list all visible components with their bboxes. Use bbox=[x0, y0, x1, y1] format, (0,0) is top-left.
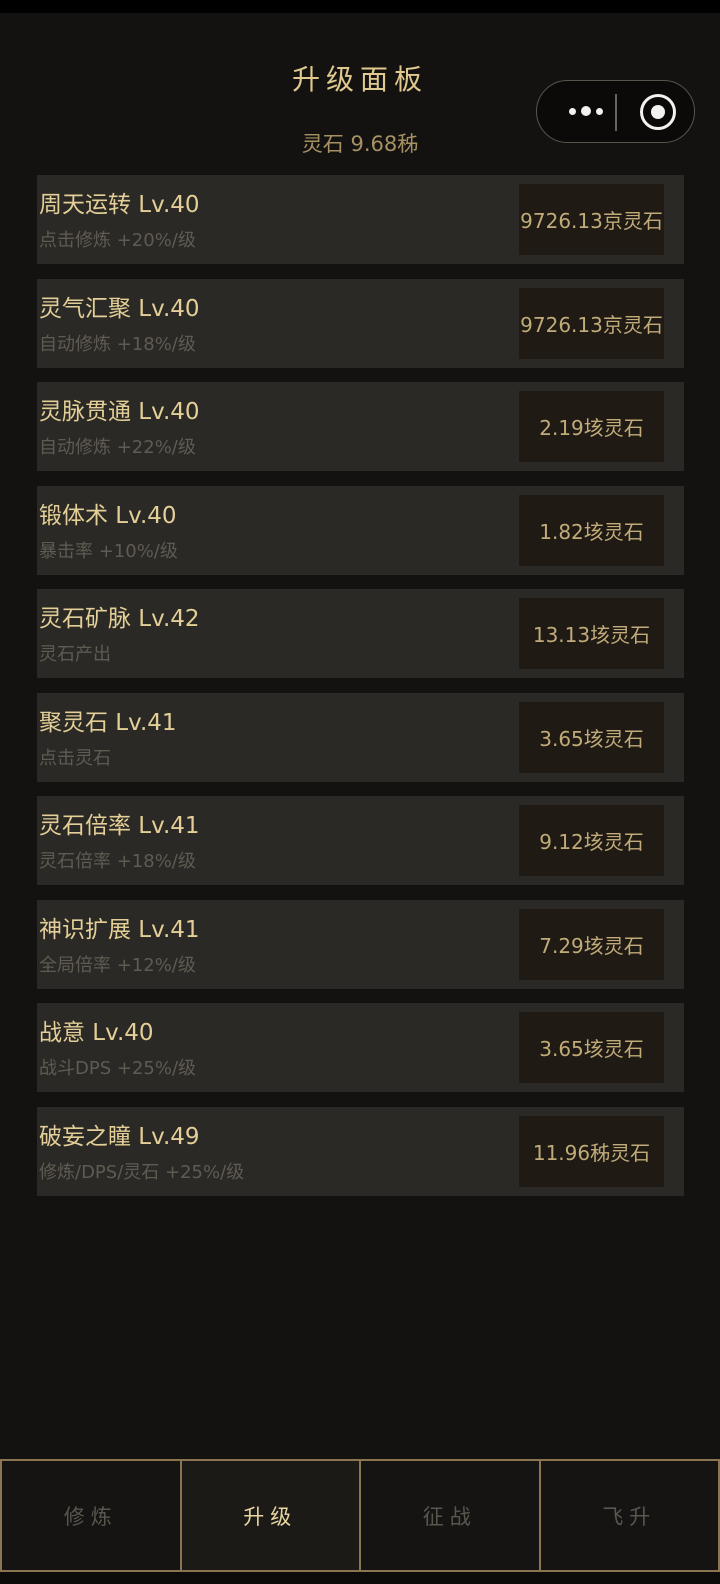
upgrade-list: 周天运转 Lv.40 点击修炼 +20%/级 9726.13京灵石 灵气汇聚 L… bbox=[37, 175, 684, 1210]
upgrade-cost-button[interactable]: 13.13垓灵石 bbox=[519, 598, 664, 669]
upgrade-row: 周天运转 Lv.40 点击修炼 +20%/级 9726.13京灵石 bbox=[37, 175, 684, 264]
upgrade-desc: 战斗DPS +25%/级 bbox=[39, 1058, 197, 1079]
upgrade-desc: 自动修炼 +18%/级 bbox=[39, 333, 196, 355]
upgrade-cost-button[interactable]: 9726.13京灵石 bbox=[519, 184, 664, 255]
upgrade-row: 灵石倍率 Lv.41 灵石倍率 +18%/级 9.12垓灵石 bbox=[37, 796, 684, 885]
upgrade-cost-button[interactable]: 2.19垓灵石 bbox=[519, 391, 664, 462]
upgrade-desc: 灵石产出 bbox=[39, 644, 111, 665]
upgrade-desc: 灵石倍率 +18%/级 bbox=[39, 851, 196, 872]
upgrade-name: 周天运转 Lv.40 bbox=[39, 192, 200, 218]
upgrade-desc: 全局倍率 +12%/级 bbox=[39, 954, 196, 976]
upgrade-name: 灵石倍率 Lv.41 bbox=[39, 813, 200, 839]
tab-cultivate[interactable]: 修炼 bbox=[0, 1461, 182, 1572]
upgrade-desc: 点击灵石 bbox=[39, 747, 111, 769]
upgrade-row: 神识扩展 Lv.41 全局倍率 +12%/级 7.29垓灵石 bbox=[37, 899, 684, 989]
bottom-tab-bar: 修炼 升级 征战 飞升 bbox=[0, 1459, 720, 1572]
upgrade-row: 破妄之瞳 Lv.49 修炼/DPS/灵石 +25%/级 11.96秭灵石 bbox=[37, 1106, 684, 1196]
upgrade-name: 灵气汇聚 Lv.40 bbox=[39, 295, 200, 322]
upgrade-name: 破妄之瞳 Lv.49 bbox=[39, 1123, 200, 1150]
upgrade-cost-button[interactable]: 9726.13京灵石 bbox=[519, 287, 664, 359]
upgrade-cost-button[interactable]: 3.65垓灵石 bbox=[519, 1012, 664, 1083]
upgrade-row: 灵脉贯通 Lv.40 自动修炼 +22%/级 2.19垓灵石 bbox=[37, 382, 684, 471]
status-bar bbox=[0, 0, 720, 13]
upgrade-cost-button[interactable]: 9.12垓灵石 bbox=[519, 805, 664, 876]
upgrade-desc: 点击修炼 +20%/级 bbox=[39, 230, 196, 251]
upgrade-page: 升级面板 灵石 9.68秭 周天运转 Lv.40 点击修炼 +20%/级 972… bbox=[0, 0, 720, 1584]
upgrade-desc: 自动修炼 +22%/级 bbox=[39, 437, 196, 458]
upgrade-name: 锻体术 Lv.40 bbox=[39, 502, 177, 529]
tab-ascend[interactable]: 飞升 bbox=[540, 1461, 720, 1572]
upgrade-name: 神识扩展 Lv.41 bbox=[39, 916, 200, 943]
upgrade-cost-button[interactable]: 1.82垓灵石 bbox=[519, 494, 664, 566]
upgrade-row: 灵气汇聚 Lv.40 自动修炼 +18%/级 9726.13京灵石 bbox=[37, 278, 684, 368]
currency-display: 灵石 9.68秭 bbox=[301, 132, 419, 156]
upgrade-name: 聚灵石 Lv.41 bbox=[39, 709, 177, 736]
tab-battle[interactable]: 征战 bbox=[361, 1461, 541, 1572]
upgrade-cost-button[interactable]: 7.29垓灵石 bbox=[519, 908, 664, 980]
upgrade-cost-button[interactable]: 3.65垓灵石 bbox=[519, 701, 664, 773]
upgrade-name: 灵石矿脉 Lv.42 bbox=[39, 606, 200, 632]
capsule-divider bbox=[615, 94, 617, 131]
upgrade-row: 锻体术 Lv.40 暴击率 +10%/级 1.82垓灵石 bbox=[37, 485, 684, 575]
tab-upgrade[interactable]: 升级 bbox=[181, 1461, 361, 1572]
upgrade-cost-button[interactable]: 11.96秭灵石 bbox=[519, 1115, 664, 1187]
upgrade-name: 战意 Lv.40 bbox=[39, 1020, 154, 1046]
upgrade-row: 战意 Lv.40 战斗DPS +25%/级 3.65垓灵石 bbox=[37, 1003, 684, 1092]
bottom-strip bbox=[0, 1572, 720, 1584]
upgrade-row: 灵石矿脉 Lv.42 灵石产出 13.13垓灵石 bbox=[37, 589, 684, 678]
upgrade-desc: 修炼/DPS/灵石 +25%/级 bbox=[39, 1161, 245, 1183]
upgrade-row: 聚灵石 Lv.41 点击灵石 3.65垓灵石 bbox=[37, 692, 684, 782]
target-circle-icon[interactable] bbox=[640, 94, 676, 130]
upgrade-desc: 暴击率 +10%/级 bbox=[39, 540, 178, 562]
upgrade-name: 灵脉贯通 Lv.40 bbox=[39, 399, 200, 425]
